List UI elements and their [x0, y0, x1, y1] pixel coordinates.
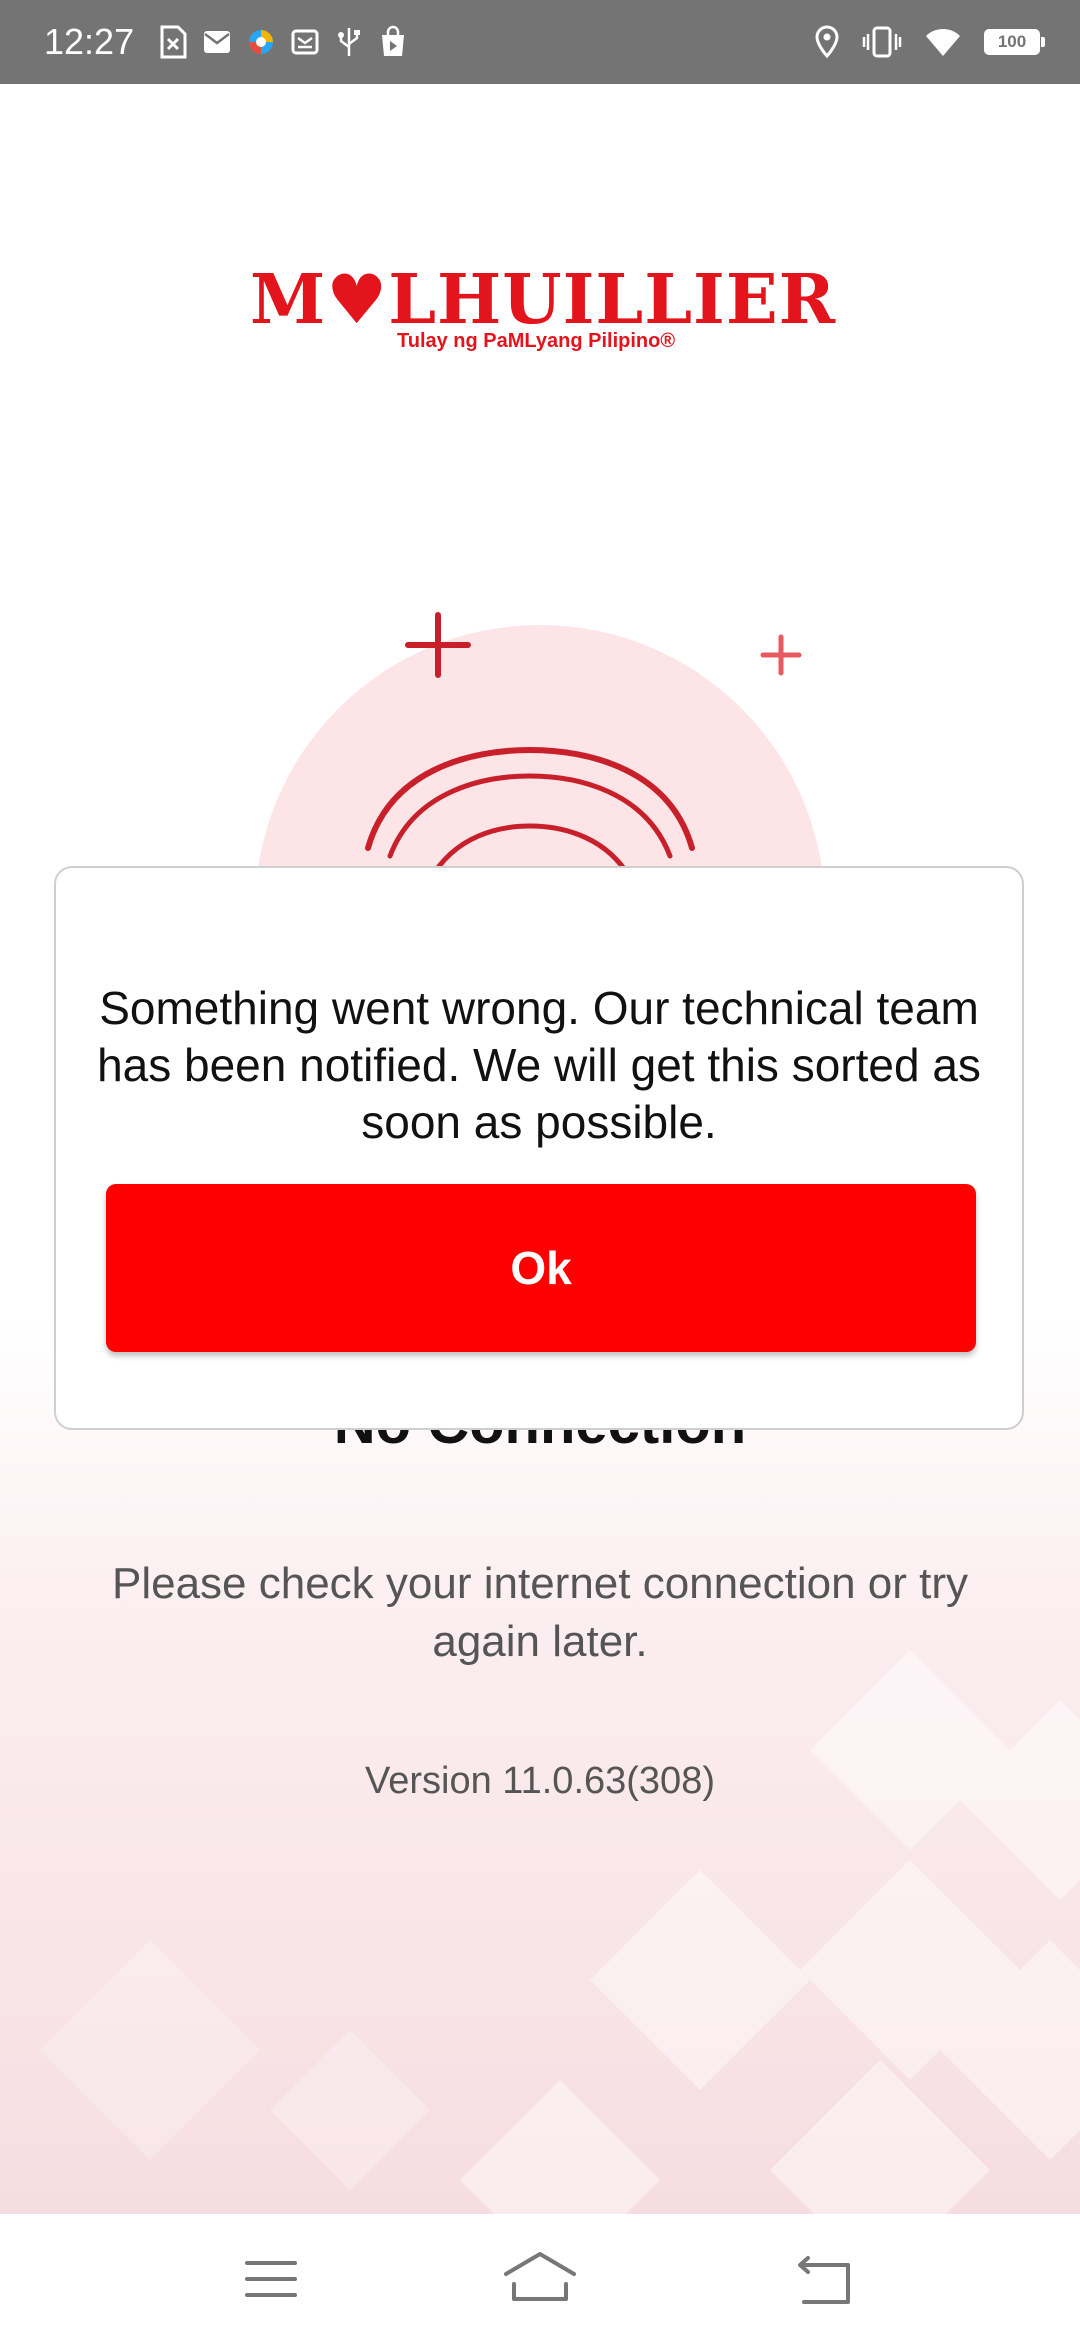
- vibrate-icon: [862, 26, 902, 58]
- browser-icon: [249, 30, 274, 54]
- connection-message: Please check your internet connection or…: [111, 1559, 968, 1666]
- status-right: 100: [814, 0, 1045, 84]
- sim-error-icon: [160, 25, 187, 59]
- logo-tagline: Tulay ng PaMLyang Pilipino®: [397, 330, 676, 352]
- brand-logo: M♥LHUILLIER Tulay ng PaMLyang Pilipino®: [250, 260, 835, 370]
- back-icon[interactable]: [774, 2234, 874, 2324]
- location-icon: [815, 25, 839, 59]
- battery-level: 100: [986, 31, 1038, 53]
- inbox-icon: [291, 29, 319, 55]
- home-icon[interactable]: [490, 2234, 590, 2324]
- status-time: 12:27: [44, 21, 135, 62]
- error-dialog: Something went wrong. Our technical team…: [54, 866, 1024, 1430]
- dialog-message: Something went wrong. Our technical team…: [97, 982, 981, 1148]
- plus-small-icon: [760, 634, 802, 676]
- menu-icon[interactable]: [221, 2234, 321, 2324]
- ok-button[interactable]: Ok: [106, 1184, 976, 1352]
- version-label: Version 11.0.63(308): [365, 1760, 715, 1802]
- wifi-icon: [926, 28, 960, 56]
- status-left: 12:27: [44, 0, 408, 84]
- battery-icon: 100: [984, 29, 1045, 55]
- mail-icon: [204, 31, 231, 53]
- logo-wordmark: M♥LHUILLIER: [250, 260, 837, 340]
- shopping-bag-icon: [382, 25, 405, 56]
- navigation-bar: [0, 2214, 1080, 2340]
- status-bar: 12:27 100: [0, 0, 1080, 84]
- usb-icon: [338, 28, 361, 56]
